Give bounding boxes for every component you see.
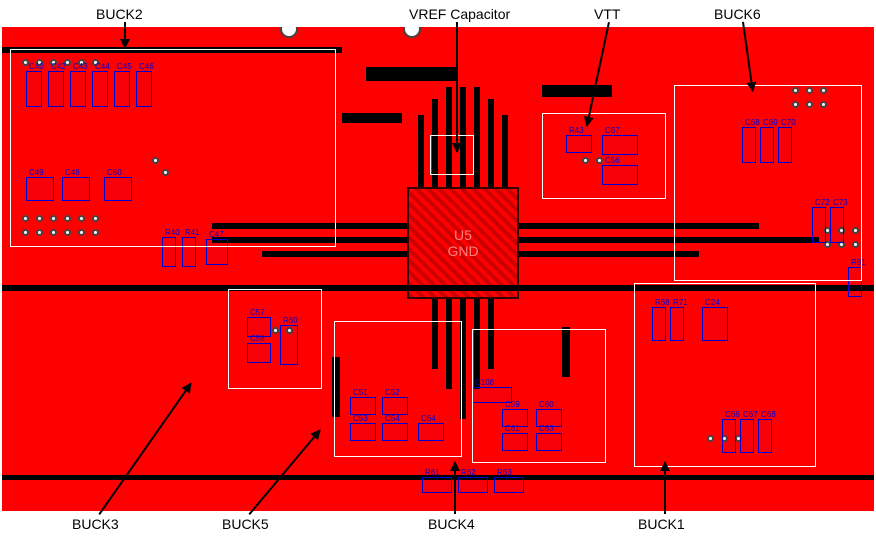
slot (542, 85, 612, 97)
slot (366, 67, 456, 81)
label-vref: VREF Capacitor (409, 6, 510, 22)
region-vref (430, 135, 474, 175)
region-vtt (542, 113, 666, 199)
mounting-hole (403, 27, 421, 38)
label-buck1: BUCK1 (638, 516, 685, 532)
label-vtt: VTT (594, 6, 620, 22)
trace (418, 115, 424, 187)
trace (262, 251, 407, 257)
label-buck2: BUCK2 (96, 6, 143, 22)
region-buck5 (334, 321, 462, 457)
trace (474, 87, 480, 187)
slot (342, 113, 402, 123)
ic-label: U5 GND (447, 227, 478, 259)
arrow-buck1 (664, 462, 666, 514)
ic-u5: U5 GND (407, 187, 519, 299)
label-buck6: BUCK6 (714, 6, 761, 22)
label-buck3: BUCK3 (72, 516, 119, 532)
trace (488, 99, 494, 187)
pcb-layout: U5 GND C40 C42 C43 C (2, 27, 874, 511)
region-buck4 (472, 329, 606, 463)
mounting-hole (280, 27, 298, 38)
region-buck1 (634, 283, 816, 467)
arrow-buck4 (454, 462, 456, 514)
trace (502, 115, 508, 187)
label-buck5: BUCK5 (222, 516, 269, 532)
label-buck4: BUCK4 (428, 516, 475, 532)
arrow-buck2 (124, 22, 126, 48)
arrow-vref (456, 22, 458, 152)
region-buck2 (10, 49, 336, 247)
trace (519, 251, 699, 257)
region-buck6 (674, 85, 862, 281)
region-buck3 (228, 289, 322, 389)
